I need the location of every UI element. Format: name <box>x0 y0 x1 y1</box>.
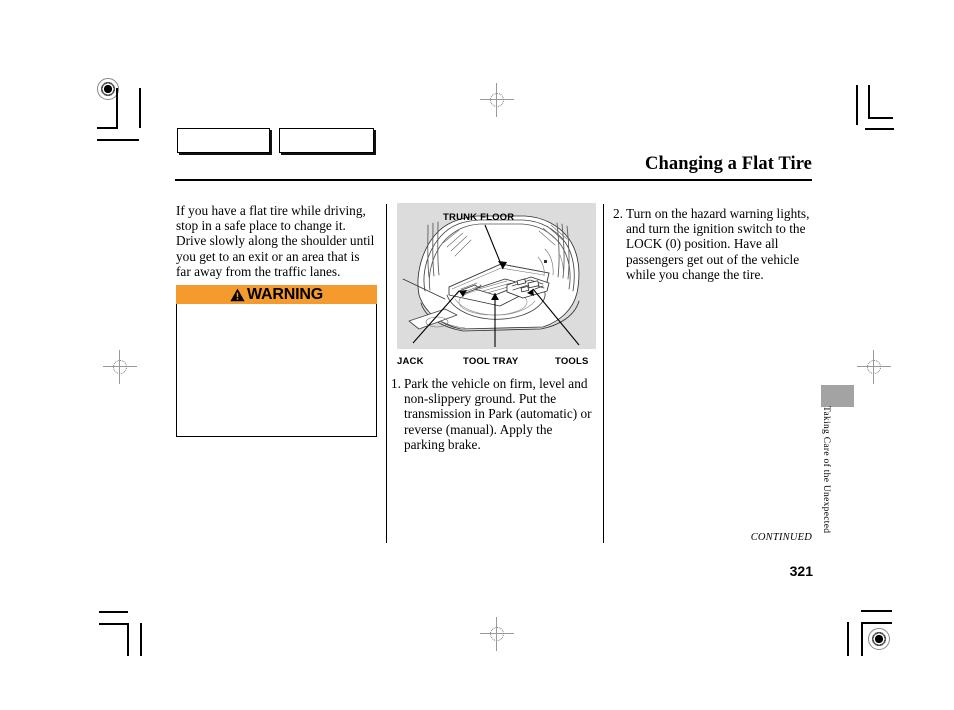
crop-mark-top-right-vertical-outer <box>868 85 870 118</box>
proof-box-left <box>177 128 270 153</box>
column-rule-right <box>603 204 604 543</box>
step-text: Turn on the hazard warning lights, and t… <box>625 206 810 282</box>
crop-mark-bottom-right-horizontal <box>861 622 892 624</box>
warning-triangle-icon <box>230 288 245 301</box>
crop-mark-top-left-vertical <box>116 88 118 128</box>
figure-label-jack: JACK <box>397 356 424 367</box>
column-rule-left <box>386 204 387 543</box>
trunk-illustration <box>397 203 596 349</box>
crop-mark-top-left-horizontal-outer <box>97 139 139 141</box>
registration-cross-bottom-center <box>480 617 514 651</box>
step-text: Park the vehicle on firm, level and non-… <box>403 376 592 452</box>
step-item-2: 2. Turn on the hazard warning lights, an… <box>613 206 816 282</box>
figure-label-trunk-floor: TRUNK FLOOR <box>443 212 515 223</box>
step-item-1: 1. Park the vehicle on firm, level and n… <box>391 376 596 452</box>
chapter-tab-marker <box>821 385 854 407</box>
crop-mark-top-left-horizontal <box>97 127 118 129</box>
registration-cross-top-center <box>480 83 514 117</box>
registration-cross-right-middle <box>857 350 891 384</box>
page-title: Changing a Flat Tire <box>645 154 812 174</box>
registration-cross-left-middle <box>103 350 137 384</box>
crop-mark-bottom-right-vertical-outer <box>847 622 849 656</box>
crop-mark-bottom-right-horizontal-outer <box>861 610 892 612</box>
warning-box: WARNING <box>176 285 377 437</box>
step-number: 1. <box>391 376 401 391</box>
crop-mark-bottom-left-vertical <box>127 623 129 656</box>
warning-title: WARNING <box>247 285 323 303</box>
page-number: 321 <box>789 563 813 579</box>
crop-mark-top-right-horizontal-outer <box>865 128 894 130</box>
trunk-illustration-svg <box>402 215 580 347</box>
intro-paragraph: If you have a flat tire while driving, s… <box>176 203 375 279</box>
figure-label-tools: TOOLS <box>555 356 589 367</box>
crop-mark-top-left-vertical-outer <box>139 88 141 128</box>
title-divider-rule <box>175 179 812 181</box>
warning-header: WARNING <box>176 285 377 304</box>
figure-label-tool-tray: TOOL TRAY <box>463 356 519 367</box>
crop-mark-top-right-horizontal <box>868 117 893 119</box>
crop-mark-bottom-left-vertical-outer <box>140 623 142 656</box>
step-number: 2. <box>613 206 623 221</box>
warning-body-text <box>176 304 377 437</box>
crop-mark-bottom-right-vertical <box>861 622 863 656</box>
crop-mark-bottom-left-horizontal-outer <box>99 611 128 613</box>
registration-dot-bottom-right <box>868 628 890 650</box>
crop-mark-bottom-left-horizontal <box>99 623 128 625</box>
proof-box-right <box>279 128 374 153</box>
continued-label: CONTINUED <box>750 532 812 543</box>
crop-mark-top-right-vertical <box>856 85 858 125</box>
